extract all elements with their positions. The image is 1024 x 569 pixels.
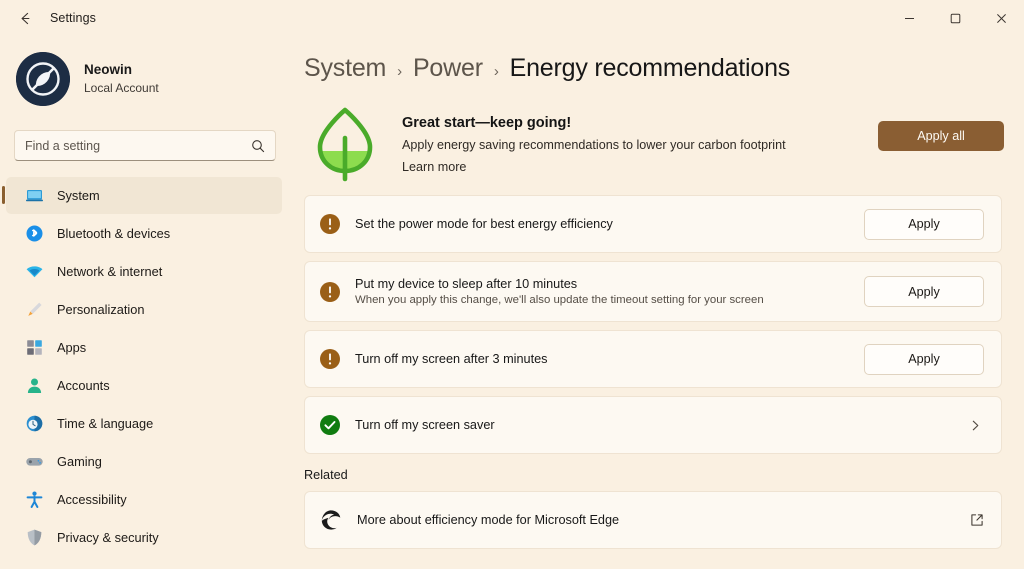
apps-icon: [24, 338, 44, 358]
banner-title: Great start—keep going!: [402, 115, 572, 131]
recommendation-subtitle: When you apply this change, we'll also u…: [355, 294, 764, 306]
sidebar-item-label: Privacy & security: [57, 530, 159, 545]
sidebar-item-label: Gaming: [57, 454, 102, 469]
success-check-icon: [319, 414, 341, 436]
accounts-icon: [24, 376, 44, 396]
sidebar-item-label: Apps: [57, 340, 87, 355]
recommendation-row[interactable]: Turn off my screen saver: [304, 396, 1002, 454]
recommendation-title: Set the power mode for best energy effic…: [355, 217, 613, 231]
personalization-icon: [24, 300, 44, 320]
window-controls: [886, 0, 1024, 36]
time-language-icon: [24, 414, 44, 434]
search-icon: [251, 139, 265, 153]
apply-button[interactable]: Apply: [864, 208, 984, 240]
breadcrumb: System › Power › Energy recommendations: [290, 36, 1024, 83]
sidebar-item-gaming[interactable]: Gaming: [6, 443, 282, 480]
breadcrumb-separator-icon: ›: [493, 63, 499, 80]
microsoft-edge-icon: [319, 508, 343, 532]
sidebar-item-label: Accounts: [57, 378, 110, 393]
sidebar-item-time-language[interactable]: Time & language: [6, 405, 282, 442]
bluetooth-icon: [24, 224, 44, 244]
sidebar-item-label: System: [57, 188, 100, 203]
recommendation-title: Turn off my screen after 3 minutes: [355, 352, 548, 366]
search-box[interactable]: [14, 130, 276, 161]
recommendation-title: Turn off my screen saver: [355, 418, 495, 432]
window-title: Settings: [50, 11, 96, 25]
banner-description: Apply energy saving recommendations to l…: [402, 138, 786, 152]
sidebar-item-bluetooth-devices[interactable]: Bluetooth & devices: [6, 215, 282, 252]
sidebar-nav: System Bluetooth & devices Network & int…: [0, 177, 290, 556]
account-name: Neowin: [84, 62, 133, 78]
external-link-icon[interactable]: [970, 513, 984, 527]
search-input[interactable]: [25, 138, 251, 153]
energy-summary-banner: Great start—keep going! Apply energy sav…: [290, 83, 1024, 183]
sidebar-item-accounts[interactable]: Accounts: [6, 367, 282, 404]
network-icon: [24, 262, 44, 282]
main-content: System › Power › Energy recommendations …: [290, 36, 1024, 569]
privacy-security-icon: [24, 528, 44, 548]
sidebar-item-network-internet[interactable]: Network & internet: [6, 253, 282, 290]
maximize-button[interactable]: [932, 0, 978, 36]
breadcrumb-parent[interactable]: Power: [413, 54, 483, 83]
page-title: Energy recommendations: [509, 54, 791, 82]
warning-icon: [319, 348, 341, 370]
sidebar-item-label: Bluetooth & devices: [57, 226, 171, 241]
related-item[interactable]: More about efficiency mode for Microsoft…: [304, 491, 1002, 549]
related-heading: Related: [304, 468, 348, 482]
sidebar-item-personalization[interactable]: Personalization: [6, 291, 282, 328]
system-icon: [24, 186, 44, 206]
user-avatar-icon: [16, 52, 70, 106]
recommendations-list: Set the power mode for best energy effic…: [290, 183, 1024, 454]
breadcrumb-separator-icon: ›: [397, 63, 402, 80]
sidebar-item-label: Network & internet: [57, 264, 163, 279]
warning-icon: [319, 213, 341, 235]
account-card[interactable]: Neowin Local Account: [0, 36, 290, 106]
avatar: [16, 52, 70, 106]
sidebar: Neowin Local Account System: [0, 36, 290, 569]
apply-button[interactable]: Apply: [864, 343, 984, 375]
apply-all-button[interactable]: Apply all: [878, 121, 1004, 151]
recommendation-row[interactable]: Put my device to sleep after 10 minutes …: [304, 261, 1002, 322]
accessibility-icon: [24, 490, 44, 510]
sidebar-item-apps[interactable]: Apps: [6, 329, 282, 366]
gaming-icon: [24, 452, 44, 472]
title-bar: Settings: [0, 0, 1024, 36]
maximize-icon: [950, 13, 960, 23]
account-type: Local Account: [84, 80, 159, 95]
recommendation-row[interactable]: Turn off my screen after 3 minutes Apply: [304, 330, 1002, 388]
chevron-right-icon[interactable]: [969, 419, 984, 432]
sidebar-item-system[interactable]: System: [2, 177, 282, 214]
back-button[interactable]: [8, 3, 42, 33]
minimize-icon: [904, 17, 914, 19]
recommendation-row[interactable]: Set the power mode for best energy effic…: [304, 195, 1002, 253]
learn-more-link[interactable]: Learn more: [402, 160, 466, 174]
sidebar-item-label: Accessibility: [57, 492, 127, 507]
related-item-label: More about efficiency mode for Microsoft…: [357, 513, 620, 527]
sidebar-item-accessibility[interactable]: Accessibility: [6, 481, 282, 518]
warning-icon: [319, 281, 341, 303]
apply-button[interactable]: Apply: [864, 276, 984, 307]
recommendation-title: Put my device to sleep after 10 minutes: [355, 277, 578, 291]
arrow-left-icon: [21, 12, 29, 24]
minimize-button[interactable]: [886, 0, 932, 36]
breadcrumb-root[interactable]: System: [304, 54, 386, 83]
sidebar-item-label: Personalization: [57, 302, 145, 317]
leaf-icon: [304, 101, 386, 183]
sidebar-item-label: Time & language: [57, 416, 154, 431]
sidebar-item-privacy-security[interactable]: Privacy & security: [6, 519, 282, 556]
close-button[interactable]: [978, 0, 1024, 36]
close-icon: [996, 13, 1006, 23]
